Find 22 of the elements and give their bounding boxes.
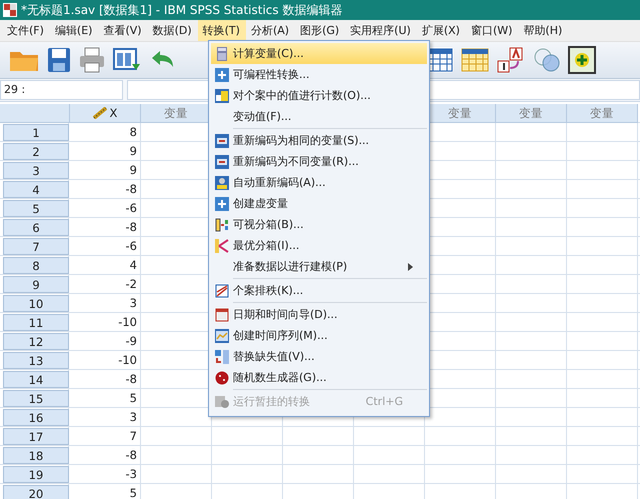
table-cell: 5 [70, 484, 141, 499]
table-cell: -2 [70, 275, 141, 294]
table-cell: -10 [70, 313, 141, 332]
table-cell: -8 [70, 446, 141, 465]
table-cell: 9 [70, 142, 141, 161]
table-cell: -10 [70, 351, 141, 370]
table-cell: 5 [70, 389, 141, 408]
table-cell: -9 [70, 332, 141, 351]
window-title: *无标题1.sav [数据集1] - IBM SPSS Statistics 数据编辑器 [21, 2, 342, 18]
table-cell: 8 [70, 123, 141, 142]
table-cell: -6 [70, 237, 141, 256]
table-cell: -8 [70, 370, 141, 389]
table-cell: -8 [70, 180, 141, 199]
cell-reference: 29 : [0, 80, 123, 100]
table-cell: 7 [70, 427, 141, 446]
table-cell: 9 [70, 161, 141, 180]
table-cell: -8 [70, 218, 141, 237]
table-cell: 3 [70, 408, 141, 427]
table-cell: -6 [70, 199, 141, 218]
table-cell: 3 [70, 294, 141, 313]
table-cell: 4 [70, 256, 141, 275]
table-cell: -3 [70, 465, 141, 484]
